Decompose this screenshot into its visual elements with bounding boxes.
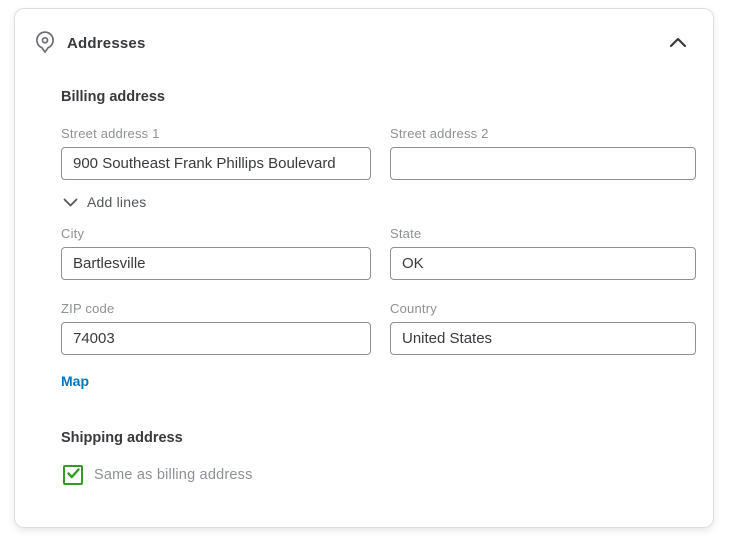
street-address-row: Street address 1 Street address 2 [61, 126, 696, 180]
add-lines-label: Add lines [87, 194, 147, 210]
same-as-billing-checkbox[interactable] [63, 464, 83, 485]
addresses-card-header: Addresses [15, 9, 713, 56]
street-address-1-field: Street address 1 [61, 126, 371, 180]
state-label: State [390, 225, 422, 241]
same-as-billing-label: Same as billing address [94, 466, 253, 483]
city-label: City [61, 225, 85, 241]
street-address-1-input[interactable] [61, 147, 371, 180]
street-address-2-field: Street address 2 [390, 126, 696, 180]
city-state-row: City State [61, 226, 696, 280]
chevron-down-icon [63, 195, 78, 210]
map-link[interactable]: Map [61, 373, 89, 389]
add-lines-toggle[interactable]: Add lines [63, 194, 146, 210]
city-input[interactable] [61, 246, 371, 280]
chevron-up-icon [669, 36, 687, 51]
zip-country-row: ZIP code Country [61, 301, 696, 355]
shipping-address-heading: Shipping address [61, 429, 183, 446]
same-as-billing-row[interactable]: Same as billing address [63, 464, 694, 485]
zip-code-label: ZIP code [61, 300, 115, 316]
state-input[interactable] [390, 246, 696, 280]
zip-code-input[interactable] [61, 321, 371, 355]
country-input[interactable] [390, 321, 696, 355]
section-title: Addresses [67, 34, 146, 52]
addresses-card: Addresses Billing address Street address… [14, 8, 714, 528]
checkmark-icon [66, 466, 80, 484]
street-address-2-label: Street address 2 [390, 126, 489, 141]
city-field: City [61, 226, 371, 280]
country-field: Country [390, 301, 696, 355]
state-field: State [390, 226, 696, 280]
billing-address-heading: Billing address [61, 89, 165, 105]
street-address-1-label: Street address 1 [61, 126, 160, 141]
addresses-card-body: Billing address Street address 1 Street … [15, 89, 713, 485]
collapse-section-button[interactable] [665, 30, 691, 56]
zip-code-field: ZIP code [61, 301, 371, 355]
map-link-row: Map [61, 373, 694, 391]
street-address-2-input[interactable] [390, 147, 696, 180]
location-pin-icon [33, 30, 57, 56]
country-label: Country [390, 300, 437, 316]
